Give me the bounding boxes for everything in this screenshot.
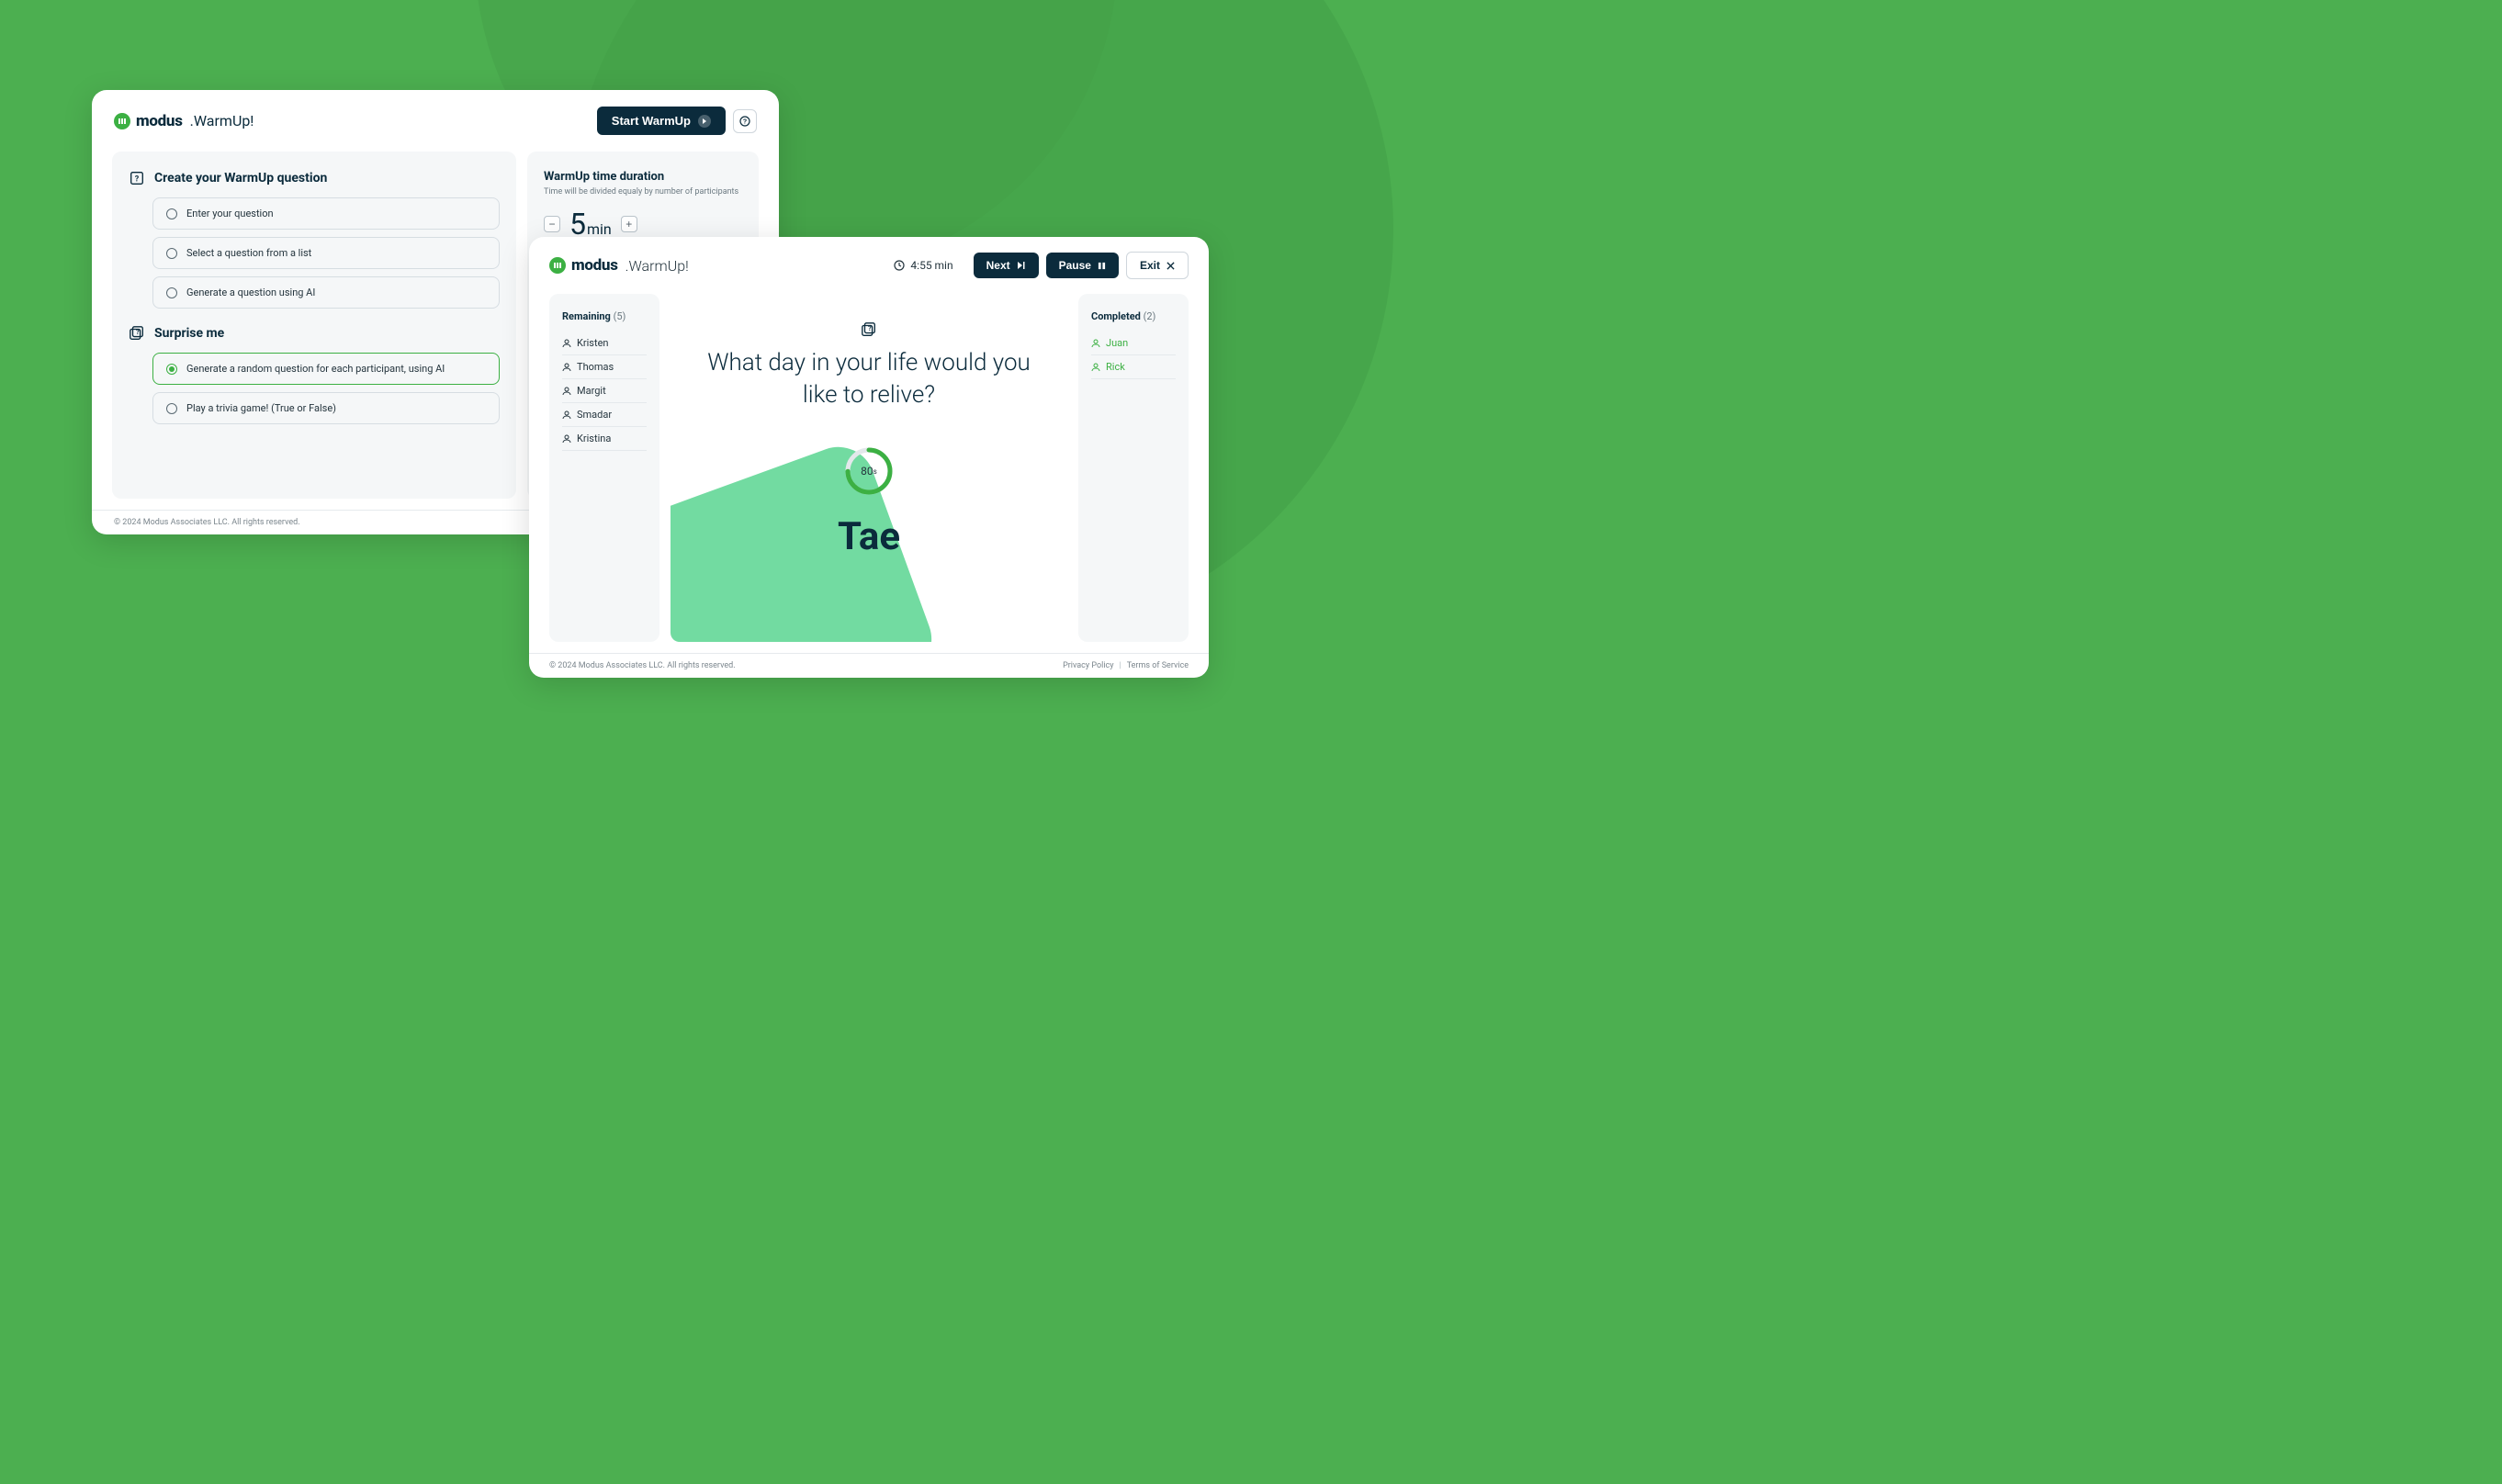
product-name: .WarmUp! <box>626 257 689 275</box>
decrease-duration-button[interactable]: − <box>544 216 560 232</box>
start-warmup-label: Start WarmUp <box>612 114 691 128</box>
completed-column: Completed (2) Juan Rick <box>1078 294 1189 642</box>
remaining-column: Remaining (5) Kristen Thomas Margit Smad… <box>549 294 659 642</box>
pause-button[interactable]: Pause <box>1046 253 1119 278</box>
option-generate-ai[interactable]: Generate a question using AI <box>152 276 500 309</box>
current-participant-name: Tae <box>838 514 900 559</box>
countdown-timer: 80s <box>844 446 894 496</box>
logo-icon <box>114 113 130 129</box>
question-stack-icon: ? <box>861 321 877 338</box>
completed-title: Completed (2) <box>1091 310 1176 322</box>
increase-duration-button[interactable]: + <box>621 216 637 232</box>
arrow-circle-icon <box>698 115 711 128</box>
next-button[interactable]: Next <box>974 253 1039 278</box>
privacy-link[interactable]: Privacy Policy <box>1063 661 1113 670</box>
help-icon: ? <box>739 116 750 127</box>
help-button[interactable]: ? <box>733 109 757 133</box>
person-icon <box>562 363 571 372</box>
surprise-stack-icon: ? <box>129 325 145 342</box>
person-icon <box>562 410 571 420</box>
radio-icon <box>166 208 177 219</box>
person-icon <box>1091 339 1100 348</box>
copyright: © 2024 Modus Associates LLC. All rights … <box>114 518 300 527</box>
svg-text:?: ? <box>743 118 747 125</box>
completed-person: Juan <box>1091 332 1176 355</box>
option-select-from-list[interactable]: Select a question from a list <box>152 237 500 269</box>
person-icon <box>562 339 571 348</box>
question-panel: ? What day in your life would you like t… <box>671 294 1067 642</box>
svg-text:?: ? <box>868 324 872 332</box>
remaining-person: Kristen <box>562 332 647 355</box>
logo-text: modus <box>136 112 183 130</box>
option-enter-question[interactable]: Enter your question <box>152 197 500 230</box>
logo-text: modus <box>571 256 618 275</box>
person-icon <box>562 434 571 444</box>
duration-title: WarmUp time duration <box>544 170 742 184</box>
question-text: What day in your life would you like to … <box>707 347 1031 411</box>
radio-icon <box>166 403 177 414</box>
option-trivia-game[interactable]: Play a trivia game! (True or False) <box>152 392 500 424</box>
header: modus .WarmUp! 4:55 min Next Pause Exit <box>529 237 1209 294</box>
copyright: © 2024 Modus Associates LLC. All rights … <box>549 661 736 670</box>
session-card: modus .WarmUp! 4:55 min Next Pause Exit … <box>529 237 1209 678</box>
product-name: .WarmUp! <box>190 112 254 129</box>
question-setup-panel: ? Create your WarmUp question Enter your… <box>112 152 516 499</box>
option-random-per-participant[interactable]: Generate a random question for each part… <box>152 353 500 385</box>
footer: © 2024 Modus Associates LLC. All rights … <box>529 653 1209 678</box>
pause-icon <box>1098 262 1106 270</box>
remaining-person: Kristina <box>562 427 647 451</box>
exit-button[interactable]: Exit <box>1126 252 1189 279</box>
clock-icon <box>894 260 905 271</box>
duration-hint: Time will be divided equaly by number of… <box>544 187 742 197</box>
completed-person: Rick <box>1091 355 1176 379</box>
terms-link[interactable]: Terms of Service <box>1127 661 1189 670</box>
question-card-icon: ? <box>129 170 145 186</box>
duration-value: 5min <box>569 209 612 239</box>
skip-next-icon <box>1017 261 1026 270</box>
start-warmup-button[interactable]: Start WarmUp <box>597 107 726 135</box>
svg-text:?: ? <box>135 175 140 185</box>
radio-icon <box>166 364 177 375</box>
person-icon <box>562 387 571 396</box>
svg-text:?: ? <box>136 328 140 336</box>
remaining-person: Smadar <box>562 403 647 427</box>
logo-icon <box>549 257 566 274</box>
logo: modus .WarmUp! <box>114 112 254 130</box>
logo: modus .WarmUp! <box>549 256 689 275</box>
radio-icon <box>166 248 177 259</box>
decorative-swoosh <box>671 437 941 642</box>
remaining-person: Margit <box>562 379 647 403</box>
person-icon <box>1091 363 1100 372</box>
remaining-person: Thomas <box>562 355 647 379</box>
close-icon <box>1166 262 1175 270</box>
time-remaining: 4:55 min <box>894 259 952 272</box>
radio-icon <box>166 287 177 298</box>
surprise-section-title: Surprise me <box>154 326 224 341</box>
create-section-title: Create your WarmUp question <box>154 171 327 186</box>
header: modus .WarmUp! Start WarmUp ? <box>92 90 779 152</box>
remaining-title: Remaining (5) <box>562 310 647 322</box>
